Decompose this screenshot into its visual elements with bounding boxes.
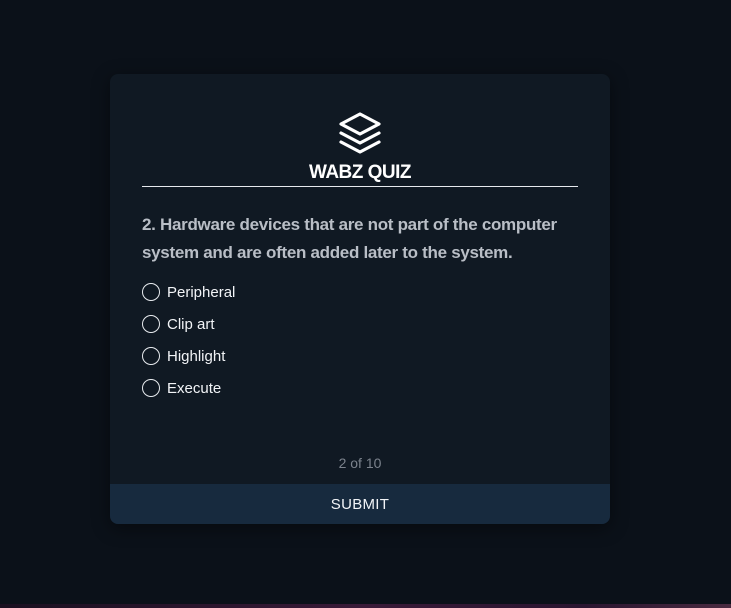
question-text: 2. Hardware devices that are not part of… — [142, 215, 557, 262]
page: WABZ QUIZ 2. Hardware devices that are n… — [0, 0, 731, 608]
option-label: Clip art — [167, 315, 215, 333]
radio-button[interactable] — [142, 283, 160, 301]
option-clip-art[interactable]: Clip art — [142, 308, 582, 340]
title-divider — [142, 186, 578, 187]
question-progress: 2 of 10 — [338, 455, 382, 471]
option-label: Highlight — [167, 347, 226, 365]
radio-button[interactable] — [142, 347, 160, 365]
option-label: Peripheral — [167, 283, 236, 301]
quiz-card: WABZ QUIZ 2. Hardware devices that are n… — [110, 74, 610, 524]
option-peripheral[interactable]: Peripheral — [142, 276, 582, 308]
radio-button[interactable] — [142, 379, 160, 397]
option-highlight[interactable]: Highlight — [142, 340, 582, 372]
layers-icon — [339, 112, 381, 154]
radio-button[interactable] — [142, 315, 160, 333]
app-title: WABZ QUIZ — [308, 162, 412, 183]
option-execute[interactable]: Execute — [142, 372, 582, 404]
submit-button[interactable]: SUBMIT — [110, 484, 610, 524]
option-label: Execute — [167, 379, 222, 397]
options-list: Peripheral Clip art Highlight Execute — [142, 276, 582, 404]
bottom-edge-strip — [0, 604, 731, 608]
